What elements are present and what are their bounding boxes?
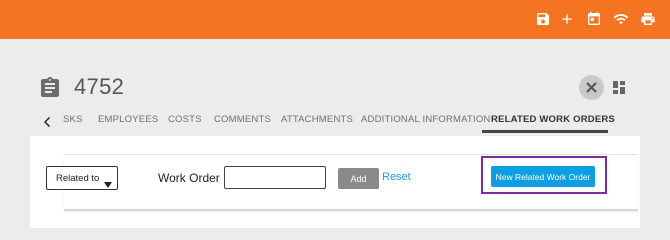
save-icon[interactable] (535, 11, 551, 27)
print-icon[interactable] (640, 11, 656, 27)
chevron-left-icon[interactable] (43, 114, 51, 127)
calendar-icon[interactable] (586, 11, 602, 27)
tab-bar: SKS EMPLOYEES COSTS COMMENTS ATTACHMENTS… (0, 106, 670, 133)
tab-sks[interactable]: SKS (63, 114, 83, 125)
relation-type-select[interactable]: Related to (46, 166, 118, 190)
add-icon[interactable] (559, 11, 575, 27)
work-order-number: 4752 (74, 74, 125, 99)
tab-attachments[interactable]: ATTACHMENTS (281, 114, 353, 125)
tab-additional-information[interactable]: ADDITIONAL INFORMATION (361, 114, 491, 125)
new-related-work-order-button[interactable]: New Related Work Order (491, 166, 595, 187)
work-order-id-input[interactable] (224, 166, 326, 189)
tab-comments[interactable]: COMMENTS (214, 114, 271, 125)
wifi-icon[interactable] (613, 11, 629, 27)
dashboard-icon[interactable] (613, 81, 625, 94)
close-icon (586, 82, 597, 93)
top-app-bar (0, 0, 670, 39)
relation-type-value: Related to (56, 173, 100, 184)
reset-link[interactable]: Reset (382, 171, 411, 183)
clipboard-icon (41, 77, 59, 97)
add-button[interactable]: Add (338, 168, 379, 189)
close-button[interactable] (579, 75, 604, 100)
tab-costs[interactable]: COSTS (168, 114, 202, 125)
active-tab-indicator (482, 130, 608, 133)
tab-related-work-orders[interactable]: RELATED WORK ORDERS (491, 114, 615, 125)
chevron-down-icon (104, 175, 112, 188)
tab-employees[interactable]: EMPLOYEES (98, 114, 158, 125)
